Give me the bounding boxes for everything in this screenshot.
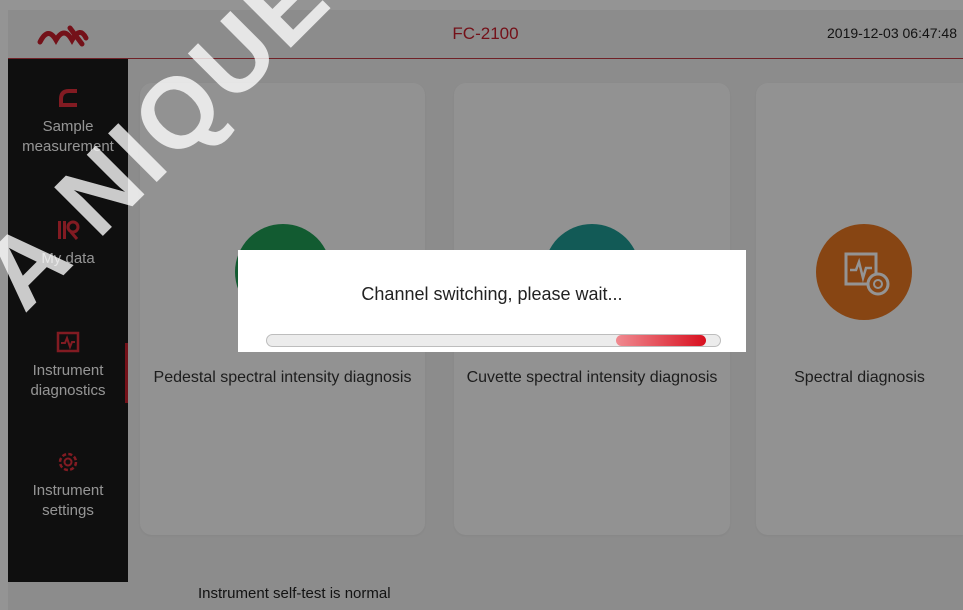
progress-indicator [615,335,707,346]
dialog-message: Channel switching, please wait... [361,284,623,304]
progress-bar [266,334,721,347]
loading-dialog: Channel switching, please wait... [238,250,746,352]
